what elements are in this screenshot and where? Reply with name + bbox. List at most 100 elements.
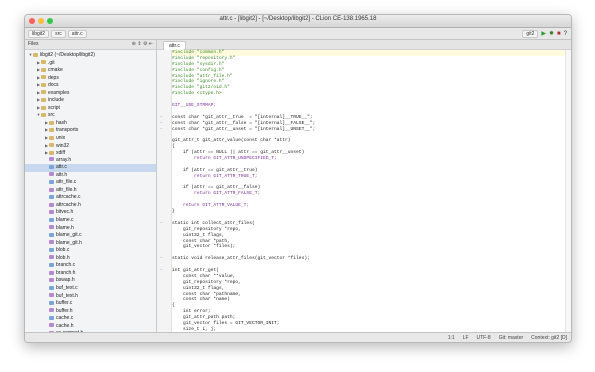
tree-item[interactable]: ▶ script	[25, 104, 156, 112]
tree-item[interactable]: branch.h	[25, 270, 156, 278]
breadcrumb-folder[interactable]: src	[51, 30, 66, 38]
stop-icon[interactable]: ■	[557, 31, 561, 38]
tree-item[interactable]: ▼ libgit2 (~/Desktop/libgit2)	[25, 51, 156, 59]
tree-item-label: cmake	[48, 67, 63, 74]
project-panel-controls[interactable]: ⊕ ⇕ ⚙ ⇤	[132, 40, 153, 49]
tree-item[interactable]: array.h	[25, 157, 156, 165]
tree-item-label: buffer.c	[56, 300, 73, 307]
tree-item[interactable]: blame.c	[25, 217, 156, 225]
folder-icon	[41, 90, 46, 95]
tree-item[interactable]: buffer.h	[25, 308, 156, 316]
code-line-text: const char *pathname,	[172, 291, 241, 297]
tree-item[interactable]: blob.c	[25, 247, 156, 255]
tree-item[interactable]: ▶ hash	[25, 119, 156, 127]
code-line-text: return GIT_ATTR_FALSE_T;	[172, 191, 261, 197]
project-tree: ▼ libgit2 (~/Desktop/libgit2) ▶ .git ▶ cmake ▶…	[25, 50, 156, 332]
project-panel-header: Files ⊕ ⇕ ⚙ ⇤	[25, 40, 156, 50]
code-line-text: static int collect_attr_files(	[172, 220, 255, 226]
tree-item[interactable]: ▶ deps	[25, 74, 156, 82]
code-line-text: const char *name)	[172, 297, 230, 303]
code-line-text: if (attr == NULL || attr == git_attr__un…	[172, 150, 305, 156]
tree-item[interactable]: ▶ include	[25, 96, 156, 104]
help-icon[interactable]: ?	[564, 31, 567, 38]
c-file-icon	[49, 195, 54, 200]
tree-item[interactable]: buf_text.c	[25, 285, 156, 293]
tree-item-label: blob.c	[56, 247, 70, 254]
tree-item[interactable]: blame_git.c	[25, 232, 156, 240]
ide-window: attr.c - [libgit2] - [~/Desktop/libgit2]…	[24, 14, 572, 343]
caret-position[interactable]: 1:1	[448, 335, 455, 341]
folder-icon	[49, 143, 54, 148]
code-line-text: int git_attr_get(	[172, 267, 219, 273]
tree-item[interactable]: ▶ docs	[25, 81, 156, 89]
vcs-branch[interactable]: Git: master	[499, 335, 523, 341]
tree-item[interactable]: ▶ examples	[25, 89, 156, 97]
tree-item[interactable]: ▶ win32	[25, 142, 156, 150]
code-line-text: #include <ctype.h>	[172, 91, 222, 97]
tree-item[interactable]: attrcache.c	[25, 194, 156, 202]
tree-item[interactable]: ▶ .git	[25, 59, 156, 67]
header-file-icon	[49, 278, 54, 283]
header-file-icon	[49, 172, 54, 177]
tree-item[interactable]: attr.h	[25, 172, 156, 180]
tree-item[interactable]: blame.h	[25, 225, 156, 233]
tree-item-label: blob.h	[56, 254, 70, 261]
tree-item-label: cache.h	[56, 322, 74, 329]
code-line-text: }	[172, 209, 175, 215]
folder-icon	[41, 60, 46, 65]
resolve-context[interactable]: Context: git2 [D]	[531, 335, 567, 341]
editor-scrollbar[interactable]	[565, 50, 571, 332]
window-title: attr.c - [libgit2] - [~/Desktop/libgit2]…	[219, 16, 377, 22]
tree-item[interactable]: attrcache.h	[25, 202, 156, 210]
tree-item[interactable]: blame_git.h	[25, 240, 156, 248]
tree-item[interactable]: bitvec.h	[25, 209, 156, 217]
play-icon[interactable]: ▶	[541, 31, 546, 38]
line-separator[interactable]: LF	[463, 335, 469, 341]
code-line-text: const char *git_attr__true = "[internal]…	[172, 114, 313, 120]
tree-item[interactable]: ▶ transports	[25, 126, 156, 134]
code-line-text: uint32_t flags,	[172, 232, 225, 238]
tree-item[interactable]: buffer.c	[25, 300, 156, 308]
tree-item[interactable]: buf_text.h	[25, 293, 156, 301]
run-configuration-select[interactable]: git2	[522, 30, 539, 38]
breadcrumb-project[interactable]: libgit2	[28, 30, 50, 38]
breadcrumb-file[interactable]: attr.c	[67, 30, 87, 38]
tree-item-label: .git	[48, 59, 55, 66]
tree-item[interactable]: cache.c	[25, 315, 156, 323]
tree-item-label: blame_git.h	[56, 239, 82, 246]
tree-item[interactable]: ▼ src	[25, 111, 156, 119]
code-line-text: #include "sysdir.h"	[172, 61, 225, 67]
tree-item-label: transports	[56, 127, 79, 134]
editor-gutter[interactable]	[157, 50, 172, 332]
tree-item[interactable]: attr.c	[25, 164, 156, 172]
tree-item[interactable]: bswap.h	[25, 277, 156, 285]
navigate-definition-icon[interactable]: ↔	[160, 268, 162, 274]
tree-item[interactable]: ▶ xdiff	[25, 149, 156, 157]
tree-item[interactable]: ▶ unix	[25, 134, 156, 142]
tab-attr-c[interactable]: attr.c	[163, 41, 186, 50]
code-area[interactable]: #include "common.h" #include "repository.…	[160, 50, 565, 332]
code-line-text: #include "ignore.h"	[172, 79, 225, 85]
code-line-text: const char *git_attr__unset = "[internal…	[172, 126, 316, 132]
code-line-text: GIT__USE_STRMAP;	[172, 103, 217, 109]
tree-item[interactable]: ▶ cmake	[25, 66, 156, 74]
header-file-icon	[49, 202, 54, 207]
tree-item-label: attrcache.c	[56, 194, 81, 201]
tree-item-label: xdiff	[56, 150, 66, 157]
bug-icon[interactable]: ✹	[549, 31, 554, 38]
navigate-definition-icon[interactable]: ↔	[160, 221, 162, 227]
code-line-text: if (attr == git_attr__true)	[172, 167, 258, 173]
c-file-icon	[49, 164, 54, 169]
tree-item[interactable]: blob.h	[25, 255, 156, 263]
file-encoding[interactable]: UTF-8	[477, 335, 491, 341]
code-line-text: return GIT_ATTR_UNSPECIFIED_T;	[172, 156, 277, 162]
status-widgets: 1:1 LF UTF-8 Git: master Context: git2 […	[448, 335, 567, 341]
tree-item[interactable]: attr_file.h	[25, 187, 156, 195]
tree-item[interactable]: attr_file.c	[25, 179, 156, 187]
c-file-icon	[49, 232, 54, 237]
tree-item[interactable]: branch.c	[25, 262, 156, 270]
tree-item[interactable]: cache.h	[25, 323, 156, 331]
navigate-definition-icon[interactable]: ↔	[160, 256, 162, 262]
navigate-definition-icon[interactable]: ↔	[160, 127, 162, 133]
tree-item-label: buffer.h	[56, 307, 73, 314]
